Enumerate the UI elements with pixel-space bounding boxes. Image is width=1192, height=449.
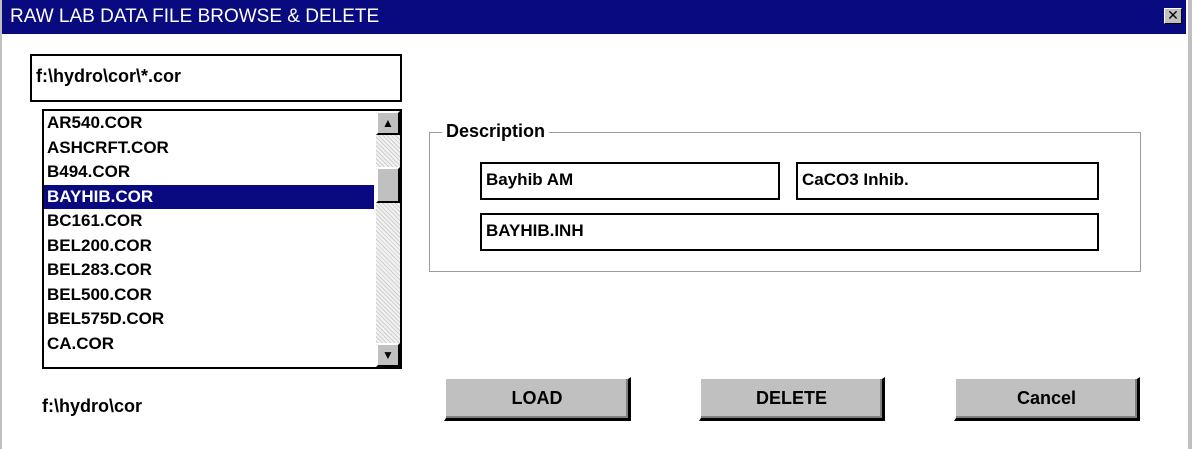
file-list[interactable]: AR540.COR ASHCRFT.COR B494.COR BAYHIB.COR BC…: [42, 109, 402, 369]
scroll-up-button[interactable]: ▲: [376, 111, 400, 135]
scroll-up-icon: ▲: [382, 116, 394, 130]
file-list-item[interactable]: BEL283.COR: [44, 258, 374, 283]
cancel-button[interactable]: Cancel: [954, 377, 1140, 421]
load-button[interactable]: LOAD: [444, 377, 631, 421]
file-list-items: AR540.COR ASHCRFT.COR B494.COR BAYHIB.COR BC…: [44, 111, 374, 356]
scroll-down-button[interactable]: ▼: [376, 343, 400, 367]
scroll-thumb[interactable]: [376, 167, 400, 203]
file-list-scrollbar[interactable]: ▲ ▼: [376, 111, 400, 367]
file-list-item[interactable]: BC161.COR: [44, 209, 374, 234]
description-file-field[interactable]: BAYHIB.INH: [480, 213, 1099, 251]
description-group-label: Description: [442, 121, 550, 142]
description-name-field[interactable]: Bayhib AM: [480, 162, 780, 200]
description-group: [429, 132, 1141, 272]
dialog-window: RAW LAB DATA FILE BROWSE & DELETE ✕ f:\h…: [0, 0, 1192, 449]
file-list-item[interactable]: B494.COR: [44, 160, 374, 185]
title-bar[interactable]: RAW LAB DATA FILE BROWSE & DELETE ✕: [2, 0, 1186, 34]
close-button[interactable]: ✕: [1164, 8, 1182, 24]
file-list-item[interactable]: BEL200.COR: [44, 234, 374, 259]
file-list-item-selected[interactable]: BAYHIB.COR: [44, 184, 374, 209]
delete-button[interactable]: DELETE: [699, 377, 885, 421]
current-directory-label: f:\hydro\cor: [42, 396, 143, 416]
description-type-field[interactable]: CaCO3 Inhib.: [796, 162, 1099, 200]
file-list-item[interactable]: BEL500.COR: [44, 283, 374, 308]
window-title: RAW LAB DATA FILE BROWSE & DELETE: [10, 6, 380, 27]
file-list-item[interactable]: BEL575D.COR: [44, 307, 374, 332]
scroll-down-icon: ▼: [382, 348, 394, 362]
file-list-item[interactable]: AR540.COR: [44, 111, 374, 136]
file-filter-input[interactable]: f:\hydro\cor\*.cor: [30, 54, 402, 102]
file-list-item[interactable]: ASHCRFT.COR: [44, 136, 374, 161]
close-icon: ✕: [1167, 7, 1179, 23]
file-list-item[interactable]: CA.COR: [44, 332, 374, 357]
